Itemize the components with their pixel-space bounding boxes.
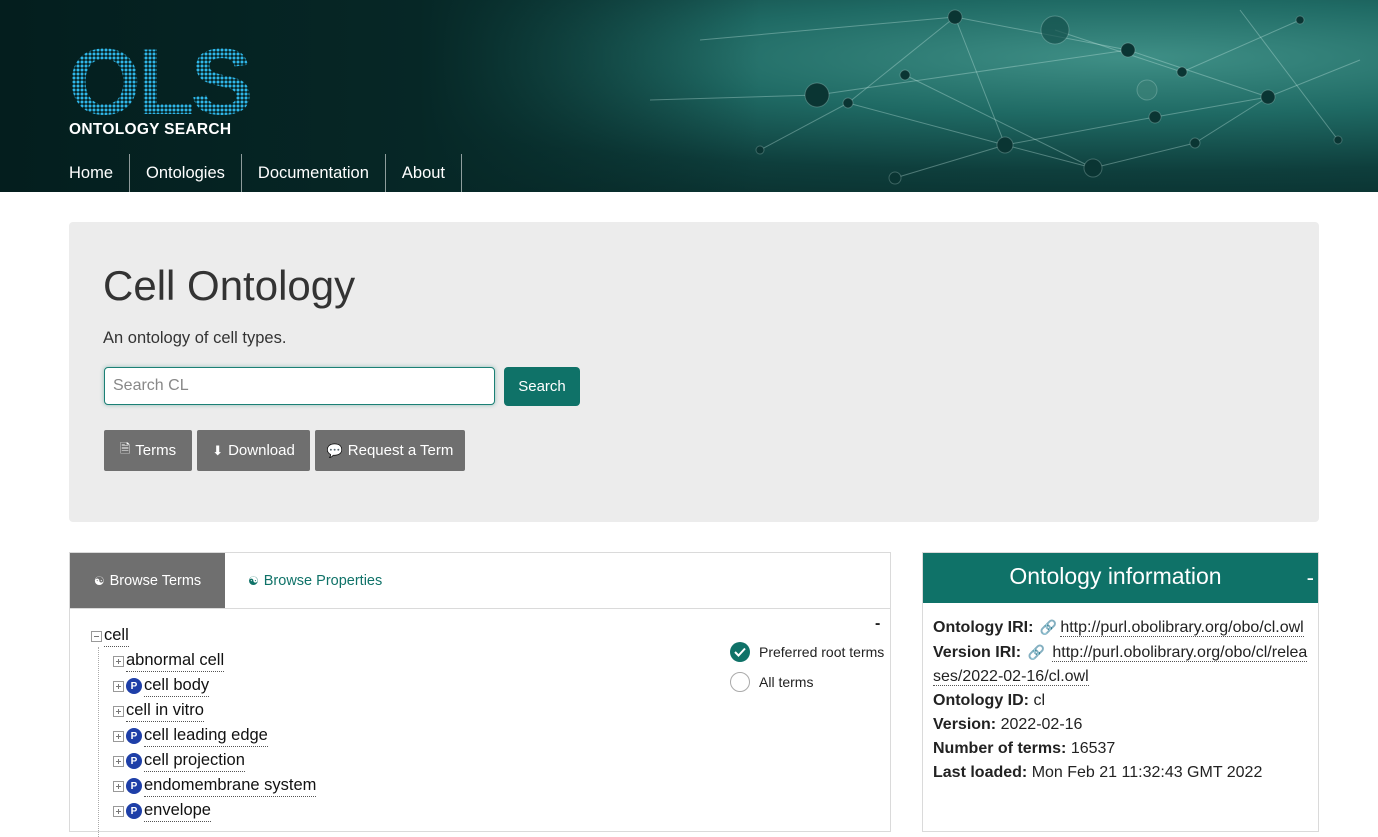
sitemap-icon: ☯ bbox=[248, 573, 259, 588]
expand-toggle-icon[interactable] bbox=[113, 655, 124, 667]
browse-tabs: ☯ Browse Terms ☯ Browse Properties bbox=[70, 553, 890, 609]
terms-button-label: Terms bbox=[135, 442, 177, 459]
nav-documentation[interactable]: Documentation bbox=[242, 154, 386, 192]
tree-item-label[interactable]: endomembrane system bbox=[144, 776, 317, 797]
tree-item-label[interactable]: cell body bbox=[144, 676, 210, 697]
version-value: 2022-02-16 bbox=[1000, 716, 1083, 733]
download-button-label: Download bbox=[228, 442, 295, 459]
number-of-terms-row: Number of terms: 16537 bbox=[933, 737, 1308, 761]
tree-guide-line bbox=[98, 647, 99, 837]
request-term-button-label: Request a Term bbox=[347, 442, 454, 459]
tab-browse-terms-label: Browse Terms bbox=[109, 572, 202, 589]
ontology-id-label: Ontology ID: bbox=[933, 692, 1029, 709]
expand-toggle-icon[interactable] bbox=[113, 730, 124, 742]
tree-collapse-toggle[interactable]: - bbox=[875, 615, 880, 633]
tree-item-label[interactable]: abnormal cell bbox=[126, 651, 225, 672]
tree-item-cell-body[interactable]: P cell body bbox=[113, 675, 210, 697]
download-button[interactable]: ⬇ Download bbox=[197, 430, 310, 471]
ontology-description: An ontology of cell types. bbox=[103, 329, 287, 347]
link-icon: 🔗 bbox=[1027, 644, 1045, 660]
info-panel-title: Ontology information bbox=[1009, 563, 1222, 589]
search-input[interactable] bbox=[104, 367, 495, 405]
number-of-terms-value: 16537 bbox=[1070, 740, 1116, 757]
expand-toggle-icon[interactable] bbox=[113, 805, 124, 817]
ontology-id-value: cl bbox=[1033, 692, 1045, 709]
preferred-badge-icon: P bbox=[126, 678, 142, 694]
tree-item-cell-projection[interactable]: P cell projection bbox=[113, 750, 245, 772]
ontology-iri-label: Ontology IRI: bbox=[933, 619, 1034, 636]
nav-ontologies[interactable]: Ontologies bbox=[130, 154, 242, 192]
nav-home[interactable]: Home bbox=[69, 154, 131, 192]
radio-checked-icon[interactable] bbox=[730, 642, 750, 662]
radio-unchecked-icon[interactable] bbox=[730, 672, 750, 692]
tree-item-envelope[interactable]: P envelope bbox=[113, 800, 211, 822]
version-iri-row: Version IRI: 🔗 http://purl.obolibrary.or… bbox=[933, 640, 1308, 689]
tree-root-label[interactable]: cell bbox=[104, 626, 129, 647]
info-panel-header: Ontology information - bbox=[923, 553, 1318, 603]
request-term-button[interactable]: 💬 Request a Term bbox=[315, 430, 465, 471]
tab-browse-terms[interactable]: ☯ Browse Terms bbox=[70, 553, 225, 608]
ontology-id-row: Ontology ID: cl bbox=[933, 689, 1308, 713]
tree-item-endomembrane-system[interactable]: P endomembrane system bbox=[113, 775, 317, 797]
browse-panel: ☯ Browse Terms ☯ Browse Properties - cel… bbox=[69, 552, 891, 837]
version-row: Version: 2022-02-16 bbox=[933, 713, 1308, 737]
option-preferred-label: Preferred root terms bbox=[759, 644, 885, 660]
collapse-toggle-icon[interactable] bbox=[91, 630, 102, 642]
tab-browse-properties-label: Browse Properties bbox=[263, 572, 383, 589]
comments-icon: 💬 bbox=[326, 442, 343, 458]
ontology-iri-link[interactable]: http://purl.obolibrary.org/obo/cl.owl bbox=[1060, 619, 1304, 637]
info-panel-body: Ontology IRI: 🔗 http://purl.obolibrary.or… bbox=[933, 615, 1308, 785]
option-preferred-root-terms[interactable]: Preferred root terms bbox=[730, 642, 884, 662]
tree-item-cell-in-vitro[interactable]: cell in vitro bbox=[113, 700, 204, 722]
version-label: Version: bbox=[933, 716, 997, 733]
document-icon: 🗎 bbox=[119, 440, 131, 456]
last-loaded-value: Mon Feb 21 11:32:43 GMT 2022 bbox=[1031, 764, 1263, 781]
terms-button[interactable]: 🗎 Terms bbox=[104, 430, 192, 471]
sitemap-icon: ☯ bbox=[93, 573, 105, 588]
ontology-info-panel: Ontology information - Ontology IRI: 🔗 ht… bbox=[922, 552, 1319, 832]
tree-item-label[interactable]: cell projection bbox=[144, 751, 245, 772]
tree-root[interactable]: cell bbox=[91, 625, 129, 647]
tree-item-label[interactable]: envelope bbox=[144, 801, 211, 822]
main-nav: Home Ontologies Documentation About bbox=[69, 154, 463, 192]
action-buttons: 🗎 Terms ⬇ Download 💬 Request a Term bbox=[104, 430, 465, 471]
tree-item-cell-leading-edge[interactable]: P cell leading edge bbox=[113, 725, 268, 747]
expand-toggle-icon[interactable] bbox=[113, 755, 124, 767]
tab-browse-properties[interactable]: ☯ Browse Properties bbox=[248, 553, 382, 608]
info-collapse-toggle[interactable]: - bbox=[1307, 565, 1314, 591]
site-header: OLS ONTOLOGY SEARCH Home Ontologies Docu… bbox=[0, 0, 1378, 192]
last-loaded-label: Last loaded: bbox=[933, 764, 1028, 781]
version-iri-label: Version IRI: bbox=[933, 644, 1022, 661]
download-icon: ⬇ bbox=[212, 442, 224, 458]
nav-about[interactable]: About bbox=[386, 154, 463, 192]
number-of-terms-label: Number of terms: bbox=[933, 740, 1067, 757]
logo-subtitle: ONTOLOGY SEARCH bbox=[69, 121, 232, 138]
option-all-label: All terms bbox=[759, 674, 814, 690]
tree-item-label[interactable]: cell in vitro bbox=[126, 701, 204, 722]
last-loaded-row: Last loaded: Mon Feb 21 11:32:43 GMT 202… bbox=[933, 761, 1308, 785]
link-icon: 🔗 bbox=[1039, 619, 1058, 635]
tree-item-label[interactable]: cell leading edge bbox=[144, 726, 268, 747]
expand-toggle-icon[interactable] bbox=[113, 680, 124, 692]
search-button[interactable]: Search bbox=[504, 367, 580, 406]
preferred-badge-icon: P bbox=[126, 753, 142, 769]
logo-letters: OLS bbox=[68, 36, 251, 134]
ontology-iri-row: Ontology IRI: 🔗 http://purl.obolibrary.or… bbox=[933, 615, 1308, 640]
expand-toggle-icon[interactable] bbox=[113, 705, 124, 717]
preferred-badge-icon: P bbox=[126, 778, 142, 794]
page-title: Cell Ontology bbox=[103, 262, 356, 309]
expand-toggle-icon[interactable] bbox=[113, 780, 124, 792]
option-all-terms[interactable]: All terms bbox=[730, 672, 813, 692]
tree-item-abnormal-cell[interactable]: abnormal cell bbox=[113, 650, 225, 672]
ontology-hero-panel: Cell Ontology An ontology of cell types.… bbox=[69, 222, 1319, 522]
preferred-badge-icon: P bbox=[126, 728, 142, 744]
